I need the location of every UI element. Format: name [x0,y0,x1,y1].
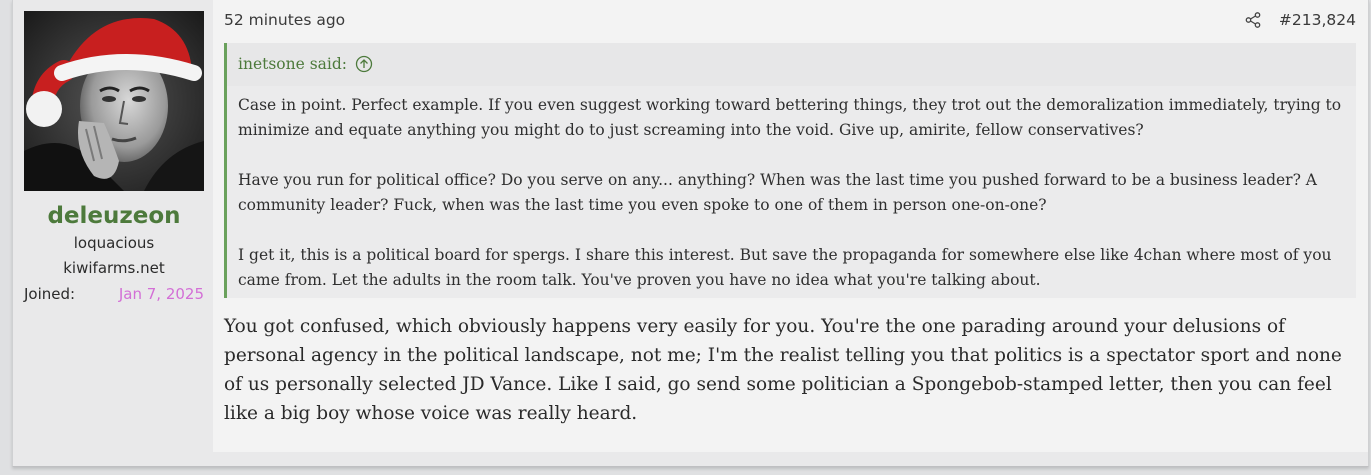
quote-author-said[interactable]: inetsone said: [238,55,347,73]
quote-paragraph: Have you run for political office? Do yo… [238,171,1317,214]
reply-text: You got confused, which obviously happen… [224,316,1342,424]
post-number-link[interactable]: #213,824 [1279,11,1356,29]
quote-paragraph: I get it, this is a political board for … [238,246,1332,289]
joined-row: Joined: Jan 7, 2025 [24,285,204,303]
user-site: kiwifarms.net [63,259,165,277]
avatar-image [24,11,204,191]
post-header: 52 minutes ago #213,824 [224,11,1356,33]
username-link[interactable]: deleuzeon [13,203,215,229]
user-title: loquacious [73,234,155,252]
arrow-up-circle-icon[interactable] [355,55,373,73]
joined-date: Jan 7, 2025 [118,285,204,303]
share-icon[interactable] [1245,12,1261,28]
post-timestamp[interactable]: 52 minutes ago [224,11,345,29]
quote-paragraph: Case in point. Perfect example. If you e… [238,96,1342,139]
forum-post: deleuzeon loquacious kiwifarms.net Joine… [12,0,1369,467]
post-actions: #213,824 [1245,11,1356,29]
quote-block: inetsone said: Case in point. Perfect ex… [224,43,1356,298]
joined-label: Joined: [24,285,76,303]
avatar[interactable] [24,11,204,191]
quote-attribution[interactable]: inetsone said: [238,55,373,73]
post-content-panel: 52 minutes ago #213,824 inetsone said: C… [213,0,1368,452]
quote-body: Case in point. Perfect example. If you e… [227,86,1356,298]
user-info-panel: deleuzeon loquacious kiwifarms.net Joine… [13,0,213,466]
